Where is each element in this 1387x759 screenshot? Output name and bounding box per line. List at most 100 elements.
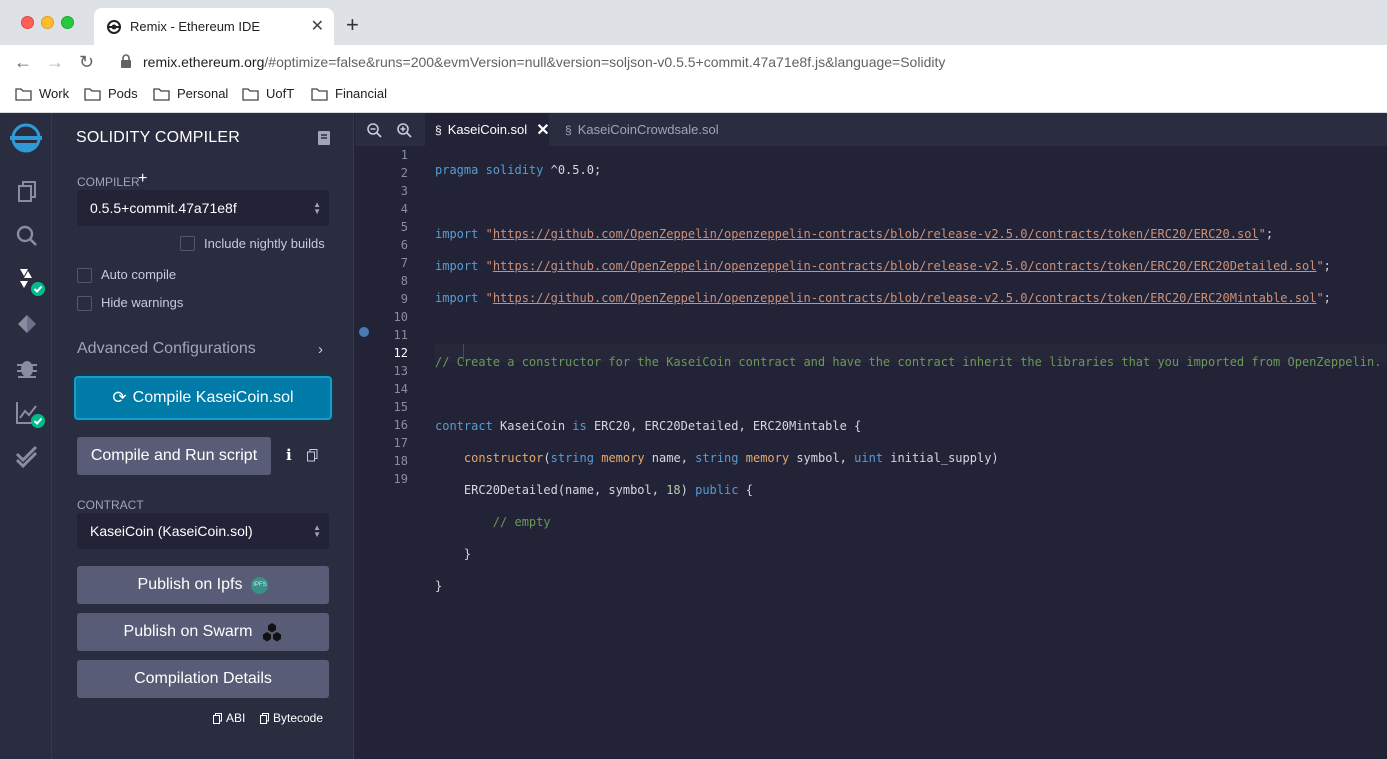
line-number-gutter: 1 2 3 4 5 6 7 8 9 10 11 12 13 14 15 16 1… [355,146,425,759]
debugger-icon[interactable] [14,355,40,381]
folder-icon [153,87,170,101]
publish-swarm-button[interactable]: Publish on Swarm [77,613,329,651]
copy-icon [213,712,222,724]
browser-tab-bar: Remix - Ethereum IDE ✕ + [0,0,1387,45]
back-icon[interactable]: ← [14,52,32,72]
forward-icon[interactable]: → [46,52,64,72]
code-area[interactable]: pragma solidity ^0.5.0; import "https://… [435,147,1387,623]
line-number: 1 [400,148,408,162]
code-line-11: ERC20Detailed(name, symbol, 18) public { [463,483,753,497]
import-link[interactable]: https://github.com/OpenZeppelin/openzepp… [493,291,1317,305]
browser-tab-title: Remix - Ethereum IDE [130,19,261,34]
line-number: 4 [400,202,408,216]
search-icon[interactable] [14,223,40,249]
compiler-version-select[interactable]: 0.5.5+commit.47a71e8f ▲ ▼ [77,190,329,226]
bookmark-personal[interactable]: Personal [153,86,228,101]
info-icon[interactable]: i [286,446,292,464]
contract-label: CONTRACT [77,498,144,512]
advanced-configurations-toggle[interactable]: Advanced Configurations [77,340,256,358]
browser-tab[interactable]: Remix - Ethereum IDE ✕ [94,8,334,45]
bookmarks-bar: Work Pods Personal UofT Financial [0,80,1387,113]
line-number-current: 12 [393,346,408,360]
lock-icon [121,54,131,68]
window-minimize-button[interactable] [41,16,54,29]
line-number: 5 [400,220,408,234]
code-line-3: import "https://github.com/OpenZeppelin/… [435,227,1274,241]
bookmark-uoft[interactable]: UofT [242,86,294,101]
line-number: 18 [393,454,408,468]
code-line-10: constructor(string memory name, string m… [463,451,999,465]
solidity-file-icon: § [435,122,442,137]
close-tab-icon[interactable]: ✕ [536,120,549,140]
swarm-icon [263,623,282,642]
folder-icon [15,87,32,101]
line-number: 8 [400,274,408,288]
publish-ipfs-button[interactable]: Publish on Ipfs IPFS [77,566,329,604]
import-link[interactable]: https://github.com/OpenZeppelin/openzepp… [493,227,1259,241]
line-number: 16 [393,418,408,432]
address-bar: ← → ↻ remix.ethereum.org/#optimize=false… [0,45,1387,80]
import-link[interactable]: https://github.com/OpenZeppelin/openzepp… [493,259,1317,273]
tab-kaseicoincrowdsale-sol[interactable]: § KaseiCoinCrowdsale.sol [555,113,729,146]
solidity-file-icon: § [565,122,572,137]
code-line-13: } [435,547,472,561]
bookmark-financial[interactable]: Financial [311,86,387,101]
zoom-out-icon[interactable] [366,122,382,138]
compilation-details-button[interactable]: Compilation Details [77,660,329,698]
editor-tab-bar: § KaseiCoin.sol ✕ § KaseiCoinCrowdsale.s… [355,113,1387,146]
hide-warnings-checkbox[interactable] [77,296,92,311]
window-close-button[interactable] [21,16,34,29]
add-compiler-icon[interactable]: + [138,170,147,188]
code-editor: § KaseiCoin.sol ✕ § KaseiCoinCrowdsale.s… [355,113,1387,759]
remix-logo-icon[interactable] [6,121,46,159]
compile-run-script-button[interactable]: Compile and Run script [77,437,271,475]
nightly-builds-checkbox[interactable] [180,236,195,251]
test-icon[interactable] [14,443,40,469]
compile-button[interactable]: ⟳ Compile KaseiCoin.sol [74,376,332,420]
line-number: 19 [393,472,408,486]
chevron-right-icon[interactable]: › [318,341,323,358]
select-arrows-icon: ▲ ▼ [313,200,321,216]
url-field[interactable]: remix.ethereum.org/#optimize=false&runs=… [143,54,945,70]
refresh-icon: ⟳ [112,388,127,407]
line-number: 13 [393,364,408,378]
analysis-icon[interactable] [14,399,46,429]
ipfs-icon: IPFS [251,576,269,594]
contract-select[interactable]: KaseiCoin (KaseiCoin.sol) ▲ ▼ [77,513,329,549]
bookmark-work[interactable]: Work [15,86,69,101]
deploy-run-icon[interactable] [14,311,40,337]
line-number: 7 [400,256,408,270]
code-line-4: import "https://github.com/OpenZeppelin/… [435,259,1331,273]
code-line-1: pragma solidity ^0.5.0; [435,163,602,177]
compiler-label: COMPILER [77,175,140,189]
icon-panel [0,113,52,759]
line-number: 9 [400,292,408,306]
zoom-in-icon[interactable] [396,122,412,138]
tab-close-icon[interactable]: ✕ [311,16,324,36]
code-line-9: contract KaseiCoin is ERC20, ERC20Detail… [435,419,862,433]
code-line-7: // Create a constructor for the KaseiCoi… [435,355,1382,369]
window-zoom-button[interactable] [61,16,74,29]
line-number: 10 [393,310,408,324]
reload-icon[interactable]: ↻ [79,52,94,72]
line-number: 17 [393,436,408,450]
solidity-compiler-icon[interactable] [14,267,46,297]
folder-icon [311,87,328,101]
auto-compile-checkbox[interactable] [77,268,92,283]
new-tab-icon[interactable]: + [346,14,359,36]
line-number: 14 [393,382,408,396]
bytecode-copy-link[interactable]: Bytecode [260,711,323,725]
tab-kaseicoin-sol[interactable]: § KaseiCoin.sol ✕ [425,113,550,146]
select-arrows-icon: ▲ ▼ [313,523,321,539]
folder-icon [242,87,259,101]
copy-icon[interactable] [307,449,318,462]
bookmark-pods[interactable]: Pods [84,86,138,101]
nightly-builds-label: Include nightly builds [204,236,325,251]
abi-copy-link[interactable]: ABI [213,711,245,725]
documentation-icon[interactable] [318,131,330,145]
file-explorer-icon[interactable] [14,179,40,205]
code-line-5: import "https://github.com/OpenZeppelin/… [435,291,1331,305]
line-number: 6 [400,238,408,252]
